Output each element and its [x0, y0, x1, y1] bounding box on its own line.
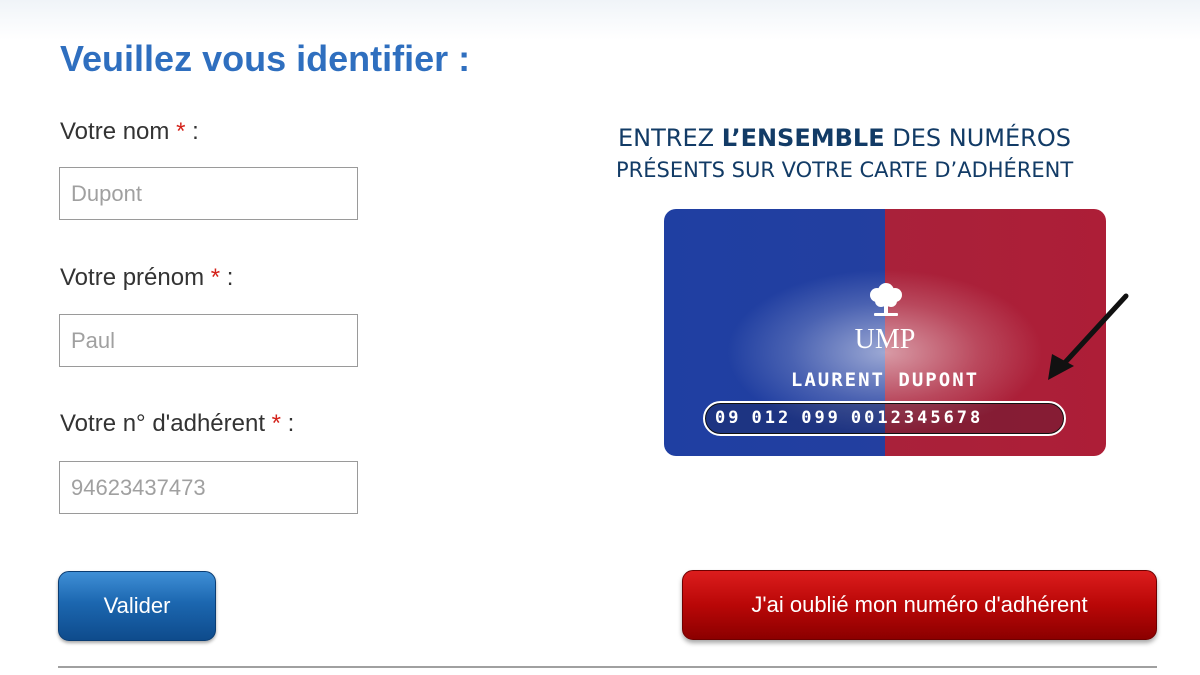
instruction-emphasis: L’ENSEMBLE: [721, 124, 885, 152]
pointer-arrow-icon: [1048, 293, 1129, 380]
tree-icon: [870, 283, 902, 316]
last-name-input[interactable]: [59, 167, 358, 220]
card-number-group: 012: [751, 408, 792, 428]
instruction-line-2: PRÉSENTS SUR VOTRE CARTE D’ADHÉRENT: [616, 158, 1074, 182]
required-marker: *: [210, 264, 221, 291]
required-marker: *: [271, 410, 282, 437]
label-suffix: :: [220, 264, 234, 291]
divider: [58, 666, 1157, 668]
first-name-input[interactable]: [59, 314, 358, 367]
card-number-group: 099: [801, 408, 841, 428]
first-name-label-text: Votre prénom: [60, 264, 205, 291]
member-number-input[interactable]: [59, 461, 358, 514]
instruction-line-1: ENTREZ L’ENSEMBLE DES NUMÉROS: [616, 122, 1156, 154]
instruction-line-1-start: ENTREZ: [618, 124, 722, 152]
first-name-label: Votre prénom * :: [60, 264, 233, 292]
card-number-group: 09: [715, 408, 742, 428]
member-number-label-text: Votre n° d'adhérent: [60, 410, 265, 437]
label-suffix: :: [281, 410, 295, 437]
page-title: Veuillez vous identifier :: [60, 38, 471, 79]
card-number-group: 0012345678: [850, 408, 984, 428]
forgot-member-number-button[interactable]: J'ai oublié mon numéro d'adhérent: [682, 570, 1157, 640]
member-number-label: Votre n° d'adhérent * :: [60, 410, 294, 438]
label-suffix: :: [185, 118, 199, 145]
instruction-line-1-end: DES NUMÉROS: [884, 124, 1071, 152]
validate-button[interactable]: Valider: [58, 571, 216, 641]
card-instructions: ENTREZ L’ENSEMBLE DES NUMÉROS PRÉSENTS S…: [616, 122, 1156, 186]
last-name-label-text: Votre nom: [60, 118, 170, 145]
last-name-label: Votre nom * :: [60, 118, 199, 146]
card-number-highlight: 09 012 099 0012345678: [703, 401, 1066, 436]
